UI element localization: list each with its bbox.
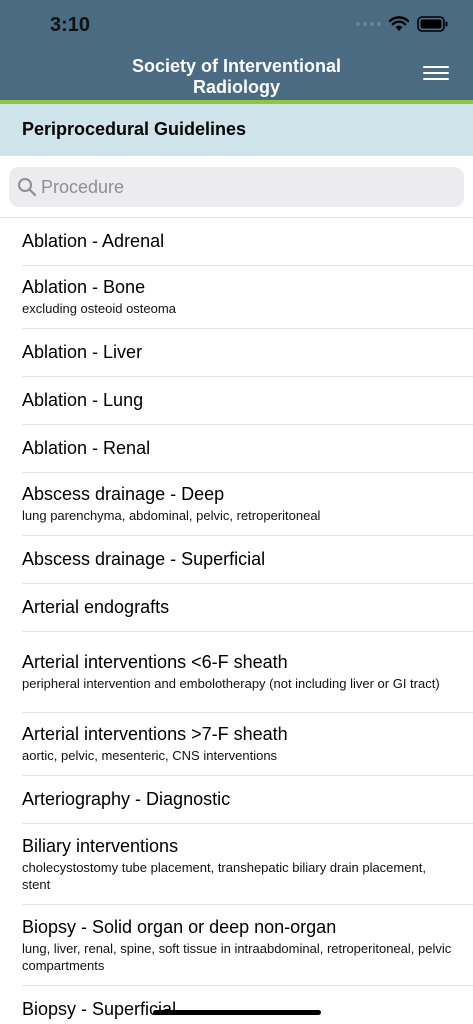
- procedure-list-item[interactable]: Arterial endografts: [22, 584, 473, 632]
- section-header: Periprocedural Guidelines: [0, 104, 473, 156]
- procedure-title: Ablation - Bone: [22, 277, 146, 297]
- procedure-subtitle: lung, liver, renal, spine, soft tissue i…: [22, 940, 452, 973]
- search-input[interactable]: [41, 167, 451, 207]
- procedure-title: Abscess drainage - Superficial: [22, 549, 266, 569]
- status-time: 3:10: [50, 14, 91, 36]
- app-header: 3:10 Society of Interventional Radiology: [0, 0, 473, 100]
- wifi-icon: [389, 16, 409, 31]
- procedure-list-item[interactable]: Ablation - Lung: [22, 377, 473, 425]
- procedure-list-item[interactable]: Ablation - Renal: [22, 425, 473, 473]
- procedure-list-item[interactable]: Arterial interventions <6-F sheath periph…: [22, 632, 473, 713]
- home-indicator: [153, 1010, 321, 1015]
- procedure-subtitle: cholecystostomy tube placement, transhep…: [22, 859, 426, 892]
- procedure-list-item[interactable]: Biopsy - Superficial: [22, 986, 473, 1024]
- procedure-subtitle: aortic, pelvic, mesenteric, CNS interven…: [22, 748, 278, 763]
- procedure-list-item[interactable]: Ablation - Bone excluding osteoid osteoma: [22, 266, 473, 329]
- battery-icon: [417, 16, 448, 32]
- menu-icon-line: [423, 66, 449, 68]
- signal-dots-icon: [356, 22, 381, 26]
- procedure-title: Ablation - Renal: [22, 438, 151, 458]
- procedure-subtitle: excluding osteoid osteoma: [22, 301, 176, 316]
- section-title: Periprocedural Guidelines: [22, 119, 247, 139]
- procedure-list-item[interactable]: Ablation - Adrenal: [22, 218, 473, 266]
- procedure-title: Arterial interventions <6-F sheath: [22, 652, 288, 672]
- procedure-title: Ablation - Lung: [22, 390, 144, 410]
- procedure-list: Ablation - Adrenal Ablation - Bone excludi…: [22, 218, 473, 1024]
- menu-icon-line: [423, 72, 449, 74]
- status-icons: [356, 16, 449, 32]
- procedure-list-item[interactable]: Abscess drainage - Superficial: [22, 536, 473, 584]
- procedure-list-item[interactable]: Biopsy - Solid organ or deep non-organ lu…: [22, 905, 473, 986]
- procedure-title: Arterial endografts: [22, 597, 170, 617]
- procedure-list-item[interactable]: Biliary interventions cholecystostomy tub…: [22, 824, 473, 905]
- procedure-subtitle: lung parenchyma, abdominal, pelvic, retr…: [22, 508, 321, 523]
- procedure-list-item[interactable]: Abscess drainage - Deep lung parenchyma, …: [22, 473, 473, 536]
- search-icon: [18, 178, 37, 197]
- procedure-title: Biopsy - Solid organ or deep non-organ: [22, 916, 337, 937]
- procedure-list-item[interactable]: Arterial interventions >7-F sheath aortic…: [22, 713, 473, 776]
- menu-button[interactable]: [423, 66, 449, 84]
- procedure-subtitle: peripheral intervention and embolotherap…: [22, 676, 440, 691]
- procedure-title: Arterial interventions >7-F sheath: [22, 724, 288, 744]
- procedure-title: Ablation - Liver: [22, 342, 143, 362]
- search-bar[interactable]: [9, 167, 464, 207]
- procedure-list-item[interactable]: Ablation - Liver: [22, 329, 473, 377]
- procedure-list-item[interactable]: Arteriography - Diagnostic: [22, 776, 473, 824]
- menu-icon-line: [423, 78, 449, 80]
- procedure-title: Abscess drainage - Deep: [22, 484, 225, 504]
- procedure-title: Ablation - Adrenal: [22, 231, 165, 251]
- procedure-title: Arteriography - Diagnostic: [22, 789, 231, 809]
- app-title: Society of Interventional Radiology: [131, 56, 342, 97]
- procedure-title: Biliary interventions: [22, 835, 179, 856]
